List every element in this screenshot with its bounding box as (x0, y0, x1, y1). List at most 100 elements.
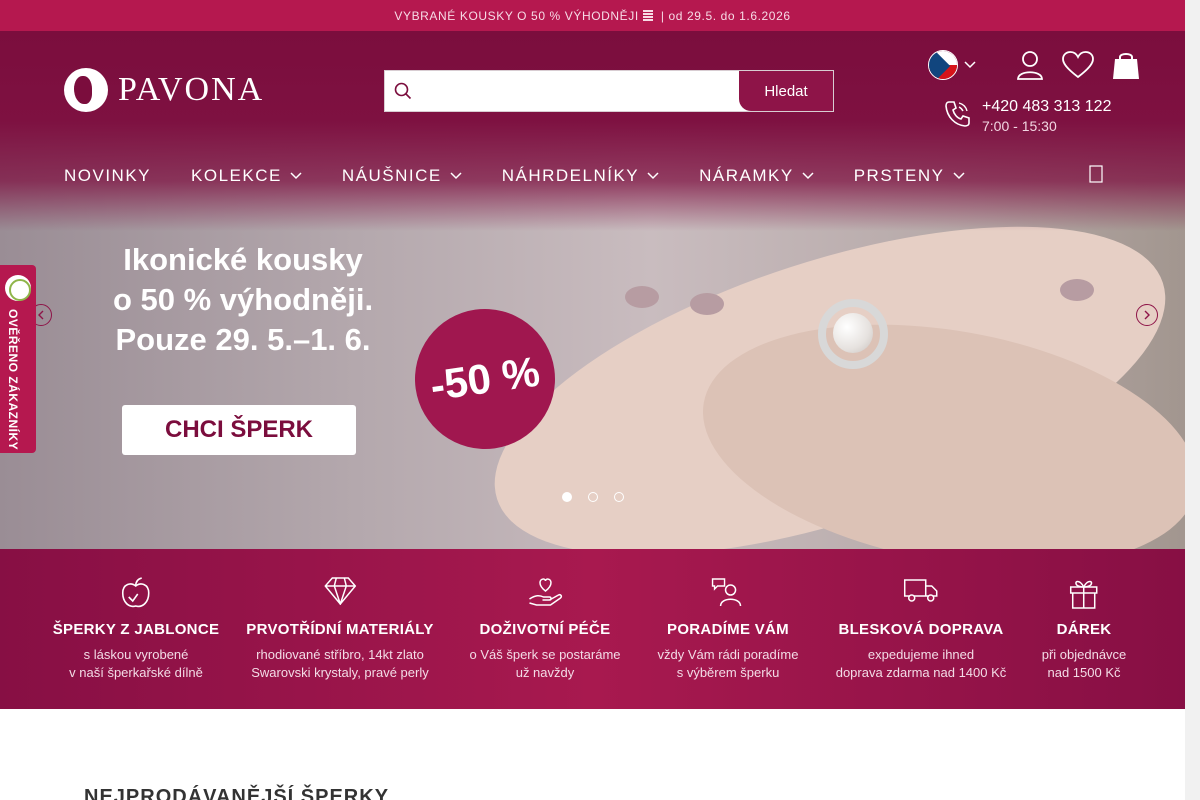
benefit-item: DOŽIVOTNÍ PÉČE o Váš šperk se postaráme u… (469, 577, 621, 682)
advisor-icon (658, 577, 799, 609)
site-logo[interactable]: PAVONA (64, 68, 264, 112)
benefit-desc-line: nad 1500 Kč (1047, 665, 1121, 680)
main-nav: NOVINKY KOLEKCE NÁUŠNICE NÁHRDELNÍKY NÁR… (64, 166, 1005, 186)
chevron-down-icon (952, 172, 965, 180)
phone-icon (944, 100, 970, 133)
page-scrollbar[interactable] (1185, 0, 1200, 800)
benefit-desc-line: s láskou vyrobené (83, 647, 189, 662)
chevron-down-icon (450, 172, 462, 180)
slider-dot[interactable] (562, 492, 572, 502)
promo-date: od 29.5. do 1.6.2026 (668, 8, 791, 23)
nav-item-naramky[interactable]: NÁRAMKY (699, 166, 814, 186)
hero-nail (690, 293, 724, 315)
heart-icon[interactable] (1062, 51, 1094, 79)
nav-item-prsteny[interactable]: PRSTENY (854, 166, 965, 186)
promo-bar[interactable]: VYBRANÉ KOUSKY O 50 % VÝHODNĚJI | od 29.… (0, 0, 1185, 31)
benefit-item: DÁREK při objednávce nad 1500 Kč (1042, 577, 1127, 682)
section-title: NEJPRODÁVANĚJŠÍ ŠPERKY (84, 786, 390, 800)
nav-item-label: PRSTENY (853, 166, 945, 185)
benefit-title: DÁREK (1056, 621, 1112, 638)
hero-line: Ikonické kousky (123, 242, 363, 277)
promo-text: VYBRANÉ KOUSKY O 50 % VÝHODNĚJI (394, 8, 639, 23)
verified-label: OVĚŘENO ZÁKAZNÍKY (6, 309, 20, 451)
benefit-item: BLESKOVÁ DOPRAVA expedujeme ihned doprava… (836, 577, 1007, 682)
pearl-image (833, 313, 873, 353)
hero-nail (1060, 279, 1094, 301)
benefit-desc: rhodiované stříbro, 14kt zlato Swarovski … (246, 646, 433, 682)
czech-flag-icon[interactable] (928, 50, 958, 80)
nav-item-nahrdelniky[interactable]: NÁHRDELNÍKY (502, 166, 659, 186)
hero-nail (625, 286, 659, 308)
benefit-item: ŠPERKY Z JABLONCE s láskou vyrobené v naš… (53, 577, 220, 682)
benefit-title: DOŽIVOTNÍ PÉČE (479, 621, 611, 638)
nav-item-nausnice[interactable]: NÁUŠNICE (342, 166, 462, 186)
shop-now-button[interactable]: CHCI ŠPERK (122, 405, 356, 455)
user-icon[interactable] (1016, 50, 1044, 80)
benefit-title: PRVOTŘÍDNÍ MATERIÁLY (246, 621, 434, 638)
nav-item-kolekce[interactable]: KOLEKCE (191, 166, 302, 186)
slider-next-button[interactable] (1136, 304, 1158, 326)
benefit-desc-line: už navždy (515, 665, 575, 680)
peacock-logo-icon (64, 68, 108, 112)
benefit-desc-line: rhodiované stříbro, 14kt zlato (256, 647, 424, 662)
shopping-bag-icon[interactable] (1112, 50, 1140, 80)
search-button[interactable]: Hledat (739, 71, 833, 111)
nav-item-label: NÁRAMKY (699, 166, 794, 185)
slider-dot[interactable] (588, 492, 598, 502)
search-bar: Hledat (384, 70, 834, 112)
benefit-desc-line: v naší šperkařské dílně (69, 665, 203, 680)
chevron-down-icon (802, 172, 814, 180)
opening-hours: 7:00 - 15:30 (982, 118, 1057, 134)
chevron-down-icon[interactable] (964, 56, 976, 74)
hero-headline: Ikonické kousky o 50 % výhodněji. Pouze … (88, 240, 398, 360)
phone-contact[interactable]: +420 483 313 122 7:00 - 15:30 (944, 98, 1111, 134)
benefit-desc: vždy Vám rádi poradíme s výběrem šperku (658, 646, 799, 682)
nav-search-icon[interactable] (1088, 164, 1104, 189)
benefit-desc: expedujeme ihned doprava zdarma nad 1400 … (836, 646, 1007, 682)
benefit-desc-line: doprava zdarma nad 1400 Kč (835, 665, 1007, 680)
benefit-item: PORADÍME VÁM vždy Vám rádi poradíme s výb… (658, 577, 799, 682)
benefit-desc-line: s výběrem šperku (676, 665, 780, 680)
chevron-right-icon (1144, 310, 1150, 320)
benefit-title: BLESKOVÁ DOPRAVA (838, 621, 1004, 638)
benefit-desc-line: vždy Vám rádi poradíme (657, 647, 799, 662)
truck-icon (836, 577, 1007, 609)
verified-customers-widget[interactable]: OVĚŘENO ZÁKAZNÍKY (0, 265, 36, 453)
apple-icon (53, 577, 220, 609)
chevron-down-icon (290, 172, 302, 180)
benefit-desc-line: Swarovski krystaly, pravé perly (251, 665, 429, 680)
promo-icon (642, 10, 653, 21)
benefit-desc-line: o Váš šperk se postaráme (469, 647, 621, 662)
benefit-desc: o Váš šperk se postaráme už navždy (469, 646, 620, 682)
logo-text: PAVONA (118, 71, 265, 108)
phone-number[interactable]: +420 483 313 122 (982, 98, 1111, 116)
slider-dots (562, 492, 640, 502)
nav-item-label: NOVINKY (64, 166, 152, 185)
benefit-title: PORADÍME VÁM (667, 621, 789, 638)
benefit-title: ŠPERKY Z JABLONCE (52, 621, 220, 638)
diamond-icon (246, 577, 433, 609)
benefits-bar: ŠPERKY Z JABLONCE s láskou vyrobené v naš… (0, 549, 1185, 709)
benefit-desc: s láskou vyrobené v naší šperkařské dílně (53, 646, 220, 682)
nav-item-label: NÁHRDELNÍKY (501, 166, 640, 185)
search-icon (385, 82, 421, 100)
gift-icon (1042, 577, 1127, 609)
nav-item-novinky[interactable]: NOVINKY (64, 166, 151, 186)
slider-dot[interactable] (614, 492, 624, 502)
discount-text: -50 % (427, 347, 543, 410)
promo-divider: | (660, 8, 665, 23)
benefit-item: PRVOTŘÍDNÍ MATERIÁLY rhodiované stříbro,… (246, 577, 433, 682)
nav-item-label: NÁUŠNICE (341, 166, 442, 185)
nav-item-label: KOLEKCE (191, 166, 282, 185)
benefit-desc-line: expedujeme ihned (867, 647, 975, 662)
search-input[interactable] (421, 71, 739, 111)
header-actions (928, 50, 1140, 80)
chevron-down-icon (647, 172, 659, 180)
benefit-desc: při objednávce nad 1500 Kč (1042, 646, 1127, 682)
benefit-desc-line: při objednávce (1041, 647, 1127, 662)
verified-seal-icon (5, 275, 31, 301)
hero-line: Pouze 29. 5.–1. 6. (115, 322, 371, 357)
hero-line: o 50 % výhodněji. (112, 282, 374, 317)
chevron-left-icon (38, 310, 44, 320)
hand-heart-icon (469, 577, 620, 609)
